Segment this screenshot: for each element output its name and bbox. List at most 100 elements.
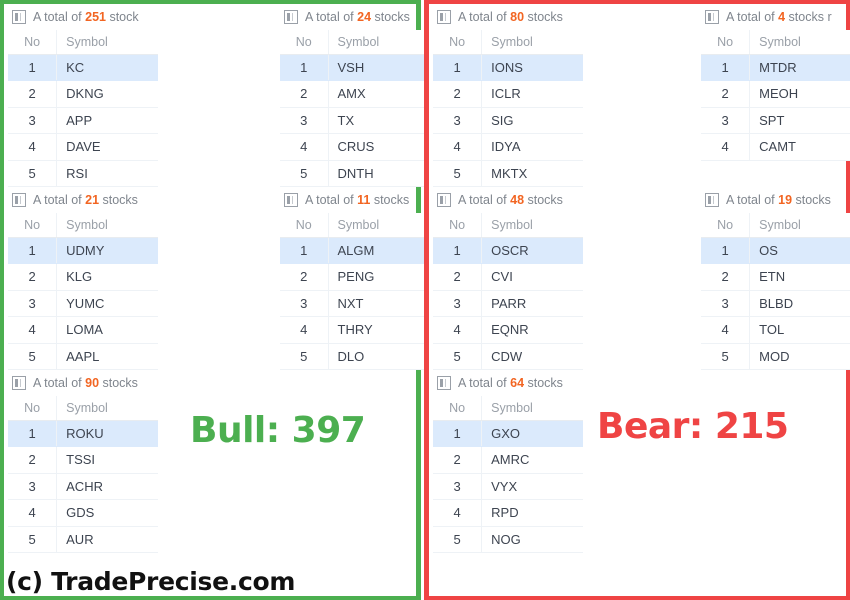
table-row[interactable]: 2 PENG xyxy=(280,263,428,291)
panel-layout-icon[interactable] xyxy=(284,10,298,24)
panel-layout-icon[interactable] xyxy=(12,376,26,390)
column-header-no[interactable]: No xyxy=(433,30,482,55)
table-row[interactable]: 5 AUR xyxy=(8,526,158,553)
panel-layout-icon[interactable] xyxy=(705,10,719,24)
column-header-no[interactable]: No xyxy=(433,396,482,421)
table-row[interactable]: 1 OSCR xyxy=(433,237,583,264)
column-header-no[interactable]: No xyxy=(701,30,750,55)
table-row[interactable]: 2 TSSI xyxy=(8,446,158,474)
table-row[interactable]: 3 ACHR xyxy=(8,473,158,500)
table-row[interactable]: 1 MTDR xyxy=(701,54,850,81)
column-header-no[interactable]: No xyxy=(433,213,482,238)
table-row[interactable]: 4 DAVE xyxy=(8,133,158,161)
table-row[interactable]: 1 OS xyxy=(701,237,850,264)
stock-count-value: 48 xyxy=(510,193,525,207)
table-row[interactable]: 4 IDYA xyxy=(433,133,583,161)
table-row[interactable]: 5 RSI xyxy=(8,160,158,187)
panel-layout-icon[interactable] xyxy=(437,10,451,24)
table-row[interactable]: 5 MOD xyxy=(701,343,850,370)
stock-list-block: A total of 21 stocks No Symbol 1 UDMY 2 KLG 3 YU… xyxy=(8,187,158,370)
table-row[interactable]: 1 UDMY xyxy=(8,237,158,264)
table-row[interactable]: 2 DKNG xyxy=(8,80,158,108)
panel-layout-icon[interactable] xyxy=(12,193,26,207)
table-row[interactable]: 4 EQNR xyxy=(433,316,583,344)
column-header-symbol[interactable]: Symbol xyxy=(327,213,428,238)
total-suffix-label: stock xyxy=(105,10,139,24)
table-row[interactable]: 1 ALGM xyxy=(280,237,428,264)
cell-symbol: NXT xyxy=(327,290,428,317)
table-row[interactable]: 4 TOL xyxy=(701,316,850,344)
cell-no: 2 xyxy=(8,446,57,474)
table-row[interactable]: 5 MKTX xyxy=(433,160,583,187)
table-row[interactable]: 1 GXO xyxy=(433,420,583,447)
column-header-symbol[interactable]: Symbol xyxy=(481,30,583,55)
panel-layout-icon[interactable] xyxy=(705,193,719,207)
panel-layout-icon[interactable] xyxy=(12,10,26,24)
table-row[interactable]: 2 MEOH xyxy=(701,80,850,108)
table-row[interactable]: 5 CDW xyxy=(433,343,583,370)
table-row[interactable]: 1 IONS xyxy=(433,54,583,81)
table-row[interactable]: 1 KC xyxy=(8,54,158,81)
table-row[interactable]: 3 APP xyxy=(8,107,158,134)
table-row[interactable]: 4 CAMT xyxy=(701,133,850,161)
table-header-row: No Symbol xyxy=(433,30,583,55)
column-header-symbol[interactable]: Symbol xyxy=(56,30,158,55)
column-header-no[interactable]: No xyxy=(8,213,57,238)
column-header-symbol[interactable]: Symbol xyxy=(56,396,158,421)
cell-no: 4 xyxy=(701,133,750,161)
column-header-no[interactable]: No xyxy=(8,30,57,55)
table-row[interactable]: 5 NOG xyxy=(433,526,583,553)
column-header-symbol[interactable]: Symbol xyxy=(327,30,428,55)
stock-table: No Symbol 1 UDMY 2 KLG 3 YUMC 4 LOMA 5 AAPL xyxy=(8,213,158,370)
column-header-symbol[interactable]: Symbol xyxy=(56,213,158,238)
panel-layout-icon[interactable] xyxy=(437,193,451,207)
cell-no: 3 xyxy=(8,473,57,500)
table-row[interactable]: 5 DLO xyxy=(280,343,428,370)
table-row[interactable]: 3 SIG xyxy=(433,107,583,134)
table-row[interactable]: 1 VSH xyxy=(280,54,428,81)
column-header-no[interactable]: No xyxy=(701,213,750,238)
table-row[interactable]: 2 CVI xyxy=(433,263,583,291)
column-header-symbol[interactable]: Symbol xyxy=(749,30,850,55)
table-row[interactable]: 3 SPT xyxy=(701,107,850,134)
cell-no: 5 xyxy=(8,160,57,187)
panel-layout-icon[interactable] xyxy=(284,193,298,207)
column-header-no[interactable]: No xyxy=(280,213,328,238)
column-header-symbol[interactable]: Symbol xyxy=(481,213,583,238)
table-row[interactable]: 3 VYX xyxy=(433,473,583,500)
table-row[interactable]: 2 ETN xyxy=(701,263,850,291)
stock-table: No Symbol 1 KC 2 DKNG 3 APP 4 DAVE 5 RSI xyxy=(8,30,158,187)
total-prefix-label: A total of xyxy=(726,193,779,207)
panel-layout-icon[interactable] xyxy=(437,376,451,390)
column-header-no[interactable]: No xyxy=(8,396,57,421)
stock-table: No Symbol 1 VSH 2 AMX 3 TX 4 CRUS 5 DNTH xyxy=(280,30,428,187)
cell-no: 4 xyxy=(433,316,482,344)
table-row[interactable]: 3 PARR xyxy=(433,290,583,317)
table-row[interactable]: 3 NXT xyxy=(280,290,428,317)
table-row[interactable]: 1 ROKU xyxy=(8,420,158,447)
table-row[interactable]: 5 AAPL xyxy=(8,343,158,370)
table-row[interactable]: 2 AMRC xyxy=(433,446,583,474)
table-row[interactable]: 4 THRY xyxy=(280,316,428,344)
table-row[interactable]: 2 KLG xyxy=(8,263,158,291)
column-header-symbol[interactable]: Symbol xyxy=(481,396,583,421)
table-row[interactable]: 3 TX xyxy=(280,107,428,134)
column-header-symbol[interactable]: Symbol xyxy=(749,213,850,238)
cell-no: 1 xyxy=(8,237,57,264)
column-header-no[interactable]: No xyxy=(280,30,328,55)
table-row[interactable]: 2 ICLR xyxy=(433,80,583,108)
table-row[interactable]: 2 AMX xyxy=(280,80,428,108)
stock-list-header: A total of 251 stock xyxy=(8,4,158,30)
cell-no: 5 xyxy=(433,343,482,370)
table-row[interactable]: 3 BLBD xyxy=(701,290,850,317)
cell-symbol: TSSI xyxy=(56,446,158,474)
table-row[interactable]: 4 CRUS xyxy=(280,133,428,161)
table-row[interactable]: 4 GDS xyxy=(8,499,158,527)
cell-no: 2 xyxy=(701,80,750,108)
cell-symbol: AAPL xyxy=(56,343,158,370)
table-row[interactable]: 4 RPD xyxy=(433,499,583,527)
table-row[interactable]: 3 YUMC xyxy=(8,290,158,317)
cell-no: 1 xyxy=(280,237,328,264)
table-row[interactable]: 5 DNTH xyxy=(280,160,428,187)
table-row[interactable]: 4 LOMA xyxy=(8,316,158,344)
